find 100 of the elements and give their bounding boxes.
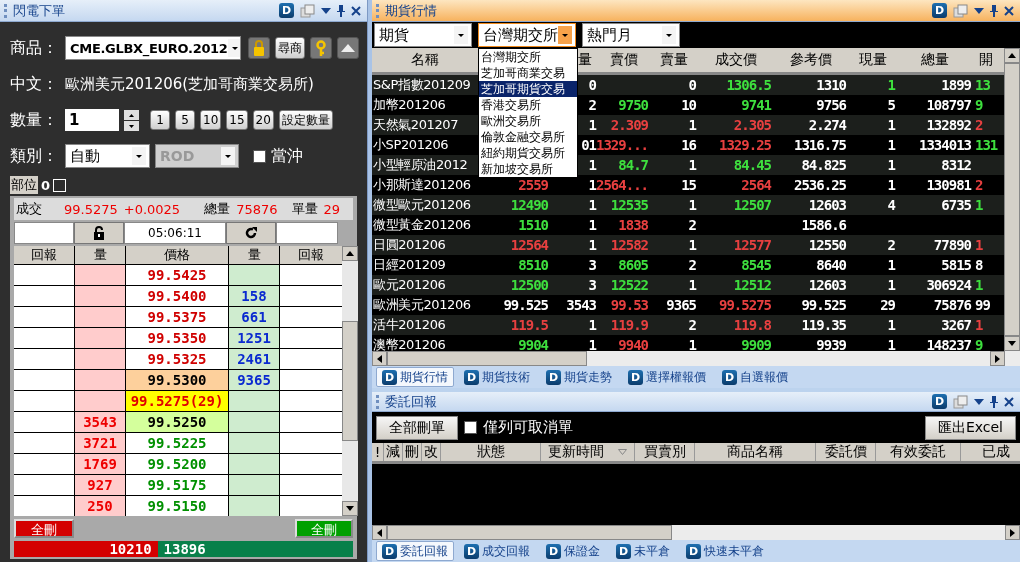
report-cell[interactable] bbox=[280, 286, 342, 306]
product-name-cell[interactable]: 歐元201206 bbox=[372, 276, 446, 294]
pin-icon[interactable] bbox=[990, 395, 998, 408]
product-name-cell[interactable]: 小SP201206 bbox=[372, 136, 449, 154]
panel-tab[interactable]: D 委託回報 bbox=[376, 541, 454, 561]
scroll-right-button[interactable] bbox=[1005, 525, 1020, 540]
export-excel-button[interactable]: 匯出Excel bbox=[924, 415, 1016, 440]
report-cell[interactable] bbox=[14, 328, 74, 348]
ask-quantity-cell[interactable] bbox=[229, 265, 279, 285]
report-cell[interactable] bbox=[280, 349, 342, 369]
scroll-up-button[interactable] bbox=[342, 246, 358, 261]
filter-dropdown[interactable]: 期貨 bbox=[374, 23, 472, 47]
refresh-button[interactable] bbox=[226, 222, 276, 244]
report-cell[interactable] bbox=[280, 412, 342, 432]
collapse-button[interactable] bbox=[337, 37, 359, 59]
filter-dropdown[interactable]: 熱門月 bbox=[582, 23, 680, 47]
product-name-cell[interactable]: S&P指數201209 bbox=[372, 76, 471, 94]
ask-quantity-cell[interactable]: 2461 bbox=[229, 349, 279, 369]
key-button[interactable] bbox=[310, 37, 332, 59]
report-cell[interactable] bbox=[14, 475, 74, 495]
report-cell[interactable] bbox=[280, 328, 342, 348]
quantity-preset-button[interactable]: 15 bbox=[226, 110, 248, 130]
ask-quantity-cell[interactable] bbox=[229, 496, 279, 516]
column-header[interactable]: 買賣別 bbox=[635, 443, 695, 461]
product-name-cell[interactable]: 澳幣201206 bbox=[372, 336, 446, 351]
close-icon[interactable] bbox=[1004, 5, 1014, 16]
scroll-down-button[interactable] bbox=[342, 501, 358, 516]
delete-all-orders-button[interactable]: 全部刪單 bbox=[376, 415, 458, 440]
report-cell[interactable] bbox=[280, 454, 342, 474]
report-cell[interactable] bbox=[14, 454, 74, 474]
report-cell[interactable] bbox=[280, 370, 342, 390]
panel-tab[interactable]: D 保證金 bbox=[540, 541, 606, 561]
column-header[interactable]: 賣量 bbox=[654, 51, 694, 69]
panel-tab[interactable]: D 期貨技術 bbox=[458, 367, 536, 387]
type-dropdown[interactable]: 自動 bbox=[65, 144, 150, 168]
product-name-cell[interactable]: 活牛201206 bbox=[372, 316, 446, 334]
dropdown-option[interactable]: 歐洲交易所 bbox=[479, 113, 541, 129]
column-header[interactable]: 改 bbox=[422, 443, 441, 461]
report-cell[interactable] bbox=[14, 433, 74, 453]
ask-quantity-cell[interactable]: 158 bbox=[229, 286, 279, 306]
ask-quantity-cell[interactable] bbox=[229, 391, 279, 411]
search-product-button[interactable]: 尋商 bbox=[275, 37, 305, 59]
restore-icon[interactable] bbox=[300, 3, 315, 18]
scroll-right-button[interactable] bbox=[990, 351, 1005, 366]
product-dropdown[interactable]: CME.GLBX_EURO.2012 bbox=[65, 36, 241, 60]
column-header[interactable]: ! bbox=[372, 443, 384, 461]
bid-quantity-cell[interactable] bbox=[75, 307, 125, 327]
panel-tab[interactable]: D 期貨行情 bbox=[376, 367, 454, 387]
column-header[interactable]: 成交價 bbox=[708, 51, 763, 69]
bid-quantity-cell[interactable] bbox=[75, 370, 125, 390]
spin-down-icon[interactable] bbox=[124, 120, 139, 131]
report-cell[interactable] bbox=[14, 286, 74, 306]
report-cell[interactable] bbox=[14, 412, 74, 432]
ask-quantity-cell[interactable] bbox=[229, 454, 279, 474]
quantity-preset-button[interactable]: 20 bbox=[252, 110, 274, 130]
day-trade-checkbox[interactable] bbox=[253, 149, 266, 163]
product-name-cell[interactable]: 微型黃金201206 bbox=[372, 216, 471, 234]
cancellable-only-checkbox[interactable] bbox=[464, 421, 477, 434]
ask-quantity-cell[interactable]: 9365 bbox=[229, 370, 279, 390]
caret-icon[interactable] bbox=[974, 7, 984, 14]
product-name-cell[interactable]: 天然氣201207 bbox=[372, 116, 459, 134]
restore-icon[interactable] bbox=[953, 3, 968, 18]
column-header[interactable]: 開 bbox=[973, 51, 999, 69]
column-header[interactable]: 賣價 bbox=[604, 51, 644, 69]
quantity-preset-button[interactable]: 5 bbox=[175, 110, 195, 130]
scroll-up-button[interactable] bbox=[1004, 48, 1020, 63]
product-name-cell[interactable]: 小那斯達201206 bbox=[372, 176, 471, 194]
panel-tab[interactable]: D 未平倉 bbox=[610, 541, 676, 561]
column-header[interactable]: 現量 bbox=[852, 51, 893, 69]
dropdown-option[interactable]: 芝加哥期貨交易 bbox=[479, 81, 577, 97]
bid-quantity-cell[interactable] bbox=[75, 328, 125, 348]
delete-all-button[interactable]: 全刪 bbox=[14, 519, 74, 538]
restore-icon[interactable] bbox=[953, 394, 968, 409]
caret-icon[interactable] bbox=[321, 7, 331, 14]
horizontal-scrollbar[interactable] bbox=[372, 525, 1020, 540]
report-cell[interactable] bbox=[280, 265, 342, 285]
column-header[interactable]: 減 bbox=[384, 443, 403, 461]
quantity-input[interactable]: 1 bbox=[65, 109, 119, 131]
scroll-left-button[interactable] bbox=[372, 351, 387, 366]
scroll-down-button[interactable] bbox=[1004, 336, 1020, 351]
panel-tab[interactable]: D 選擇權報價 bbox=[622, 367, 712, 387]
product-name-cell[interactable]: 日圓201206 bbox=[372, 236, 446, 254]
set-quantity-button[interactable]: 設定數量 bbox=[278, 110, 333, 130]
report-cell[interactable] bbox=[14, 307, 74, 327]
quantity-preset-button[interactable]: 10 bbox=[200, 110, 222, 130]
column-header[interactable]: 狀態 bbox=[441, 443, 541, 461]
bid-quantity-cell[interactable] bbox=[75, 286, 125, 306]
column-header[interactable]: 委託價 bbox=[816, 443, 876, 461]
horizontal-scrollbar[interactable] bbox=[372, 351, 1020, 366]
close-icon[interactable] bbox=[351, 5, 361, 16]
product-name-cell[interactable]: 日經201209 bbox=[372, 256, 446, 274]
close-icon[interactable] bbox=[1004, 396, 1014, 407]
report-cell[interactable] bbox=[280, 391, 342, 411]
dropdown-option[interactable]: 紐約期貨交易所 bbox=[479, 145, 565, 161]
product-name-cell[interactable]: 加幣201206 bbox=[372, 96, 446, 114]
product-name-cell[interactable]: 微型歐元201206 bbox=[372, 196, 471, 214]
ask-quantity-cell[interactable] bbox=[229, 475, 279, 495]
report-cell[interactable] bbox=[14, 370, 74, 390]
column-header[interactable]: 參考價 bbox=[783, 51, 838, 69]
position-checkbox[interactable] bbox=[53, 178, 67, 192]
